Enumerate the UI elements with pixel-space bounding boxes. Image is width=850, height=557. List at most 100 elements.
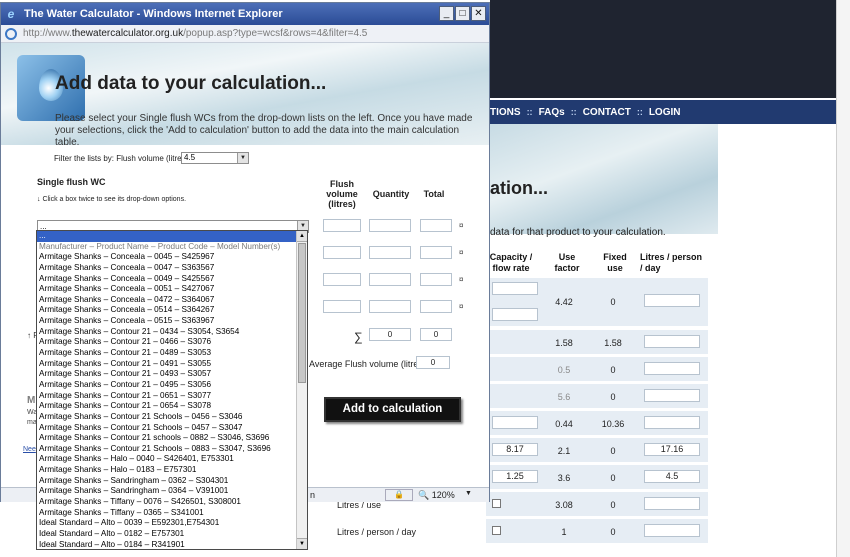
remove-row-icon[interactable]: ¤ [459,275,463,284]
capacity-input[interactable]: 1.25 [492,470,538,483]
litres-day-input[interactable] [644,294,700,307]
nav-item-solutions[interactable]: TIONS [490,107,521,118]
quantity-input[interactable] [369,300,411,313]
nav-item-contact[interactable]: CONTACT [583,107,631,118]
dropdown-option-selected[interactable]: ... [37,231,297,242]
dropdown-option[interactable]: Armitage Shanks – Contour 21 – 0651 – S3… [37,391,297,402]
dropdown-option[interactable]: Armitage Shanks – Conceala – 0049 – S425… [37,274,297,285]
dropdown-option[interactable]: Armitage Shanks – Contour 21 Schools – 0… [37,412,297,423]
quantity-input[interactable] [369,273,411,286]
close-button[interactable]: ✕ [471,6,486,21]
dropdown-option[interactable]: Armitage Shanks – Contour 21 – 0495 – S3… [37,380,297,391]
litres-day-input[interactable] [644,524,700,537]
column-flush-volume: Flush volume (litres) [326,179,358,209]
dropdown-option[interactable]: Armitage Shanks – Tiffany – 0076 – S4265… [37,497,297,508]
litres-day-input[interactable] [644,335,700,348]
dropdown-option[interactable]: Armitage Shanks – Conceala – 0514 – S364… [37,305,297,316]
dropdown-option[interactable]: Armitage Shanks – Conceala – 0051 – S427… [37,284,297,295]
table-row: 1 0 [486,519,708,543]
dropdown-option[interactable]: Armitage Shanks – Contour 21 – 0434 – S3… [37,327,297,338]
row-checkbox[interactable] [492,499,501,508]
dropdown-option[interactable]: Ideal Standard – Alto – 0182 – E757301 [37,529,297,540]
remove-row-icon[interactable]: ¤ [459,302,463,311]
flush-volume-input[interactable] [323,219,361,232]
nav-separator: :: [570,107,577,117]
dropdown-option[interactable]: Armitage Shanks – Halo – 0183 – E757301 [37,465,297,476]
minimize-button[interactable]: _ [439,6,454,21]
remove-row-icon[interactable]: ¤ [459,221,463,230]
litres-day-input[interactable]: 17.16 [644,443,700,456]
dropdown-scrollbar[interactable]: ▲ ▼ [296,231,307,549]
address-bar[interactable]: http://www.thewatercalculator.org.uk/pop… [1,25,489,43]
scroll-down-icon[interactable]: ▼ [297,538,307,549]
capacity-input[interactable] [492,282,538,295]
filter-value: 4.5 [184,153,196,162]
litres-day-input[interactable] [644,416,700,429]
flush-volume-filter-select[interactable]: 4.5 ▼ [181,152,249,164]
litres-day-input[interactable] [644,497,700,510]
litres-day-input[interactable] [644,362,700,375]
nav-separator: :: [526,107,533,117]
header-use-factor: Use factor [554,252,580,273]
dropdown-option[interactable]: Armitage Shanks – Contour 21 – 0654 – S3… [37,401,297,412]
dropdown-option[interactable]: Armitage Shanks – Contour 21 – 0493 – S3… [37,369,297,380]
flush-volume-input[interactable] [323,273,361,286]
dropdown-option[interactable]: Armitage Shanks – Conceala – 0515 – S363… [37,316,297,327]
dropdown-option[interactable]: Armitage Shanks – Sandringham – 0362 – S… [37,476,297,487]
page-scrollbar[interactable] [836,0,850,557]
maximize-button[interactable]: □ [455,6,470,21]
zoom-chevron-down-icon[interactable]: ▼ [465,490,472,497]
dropdown-option[interactable]: Armitage Shanks – Conceala – 0045 – S425… [37,252,297,263]
dropdown-option[interactable]: Armitage Shanks – Conceala – 0047 – S363… [37,263,297,274]
capacity-input[interactable] [492,308,538,321]
security-zone-icon[interactable]: 🔒 [385,489,413,501]
page-title: Add data to your calculation... [55,73,327,94]
dropdown-option[interactable]: Armitage Shanks – Sandringham – 0364 – V… [37,486,297,497]
status-text: n [310,490,316,500]
dropdown-option[interactable]: Ideal Standard – Alto – 0039 – E592301,E… [37,518,297,529]
dropdown-option[interactable]: Armitage Shanks – Contour 21 – 0491 – S3… [37,359,297,370]
total-input[interactable] [420,273,452,286]
ie-icon: e [7,7,15,21]
remove-row-icon[interactable]: ¤ [459,248,463,257]
total-input[interactable] [420,246,452,259]
background-heading: ation... [490,178,548,198]
dropdown-option[interactable]: Armitage Shanks – Contour 21 schools – 0… [37,433,297,444]
add-to-calculation-button[interactable]: Add to calculation [324,397,461,422]
row-checkbox[interactable] [492,526,501,535]
quantity-input[interactable] [369,246,411,259]
capacity-input[interactable]: 8.17 [492,443,538,456]
quantity-input[interactable] [369,219,411,232]
dropdown-option[interactable]: Armitage Shanks – Tiffany – 0365 – S3410… [37,508,297,519]
use-factor-value: 0.5 [557,365,571,375]
scroll-thumb[interactable] [298,243,306,383]
total-input[interactable] [420,219,452,232]
capacity-input[interactable] [492,416,538,429]
dropdown-option[interactable]: Ideal Standard – Alto – 0184 – R341901 [37,540,297,549]
product-dropdown-list[interactable]: ... Manufacturer – Product Name – Product… [36,230,308,550]
total-input[interactable] [420,300,452,313]
dropdown-option[interactable]: Armitage Shanks – Contour 21 – 0489 – S3… [37,348,297,359]
nav-item-faqs[interactable]: FAQs [539,107,565,118]
litres-day-input[interactable]: 4.5 [644,470,700,483]
flush-volume-input[interactable] [323,246,361,259]
flush-volume-input[interactable] [323,300,361,313]
litres-day-input[interactable] [644,389,700,402]
nav-item-login[interactable]: LOGIN [649,107,681,118]
scroll-up-icon[interactable]: ▲ [297,231,307,242]
dropdown-option[interactable]: Armitage Shanks – Halo – 0040 – S426401,… [37,454,297,465]
help-link[interactable]: Nee [23,446,36,453]
table-row: 0.44 10.36 [486,411,708,435]
dropdown-option-header[interactable]: Manufacturer – Product Name – Product Co… [37,242,297,253]
fixed-use-value: 0 [610,446,616,456]
dropdown-option[interactable]: Armitage Shanks – Contour 21 – 0466 – S3… [37,337,297,348]
address-url[interactable]: http://www.thewatercalculator.org.uk/pop… [23,28,367,39]
chevron-down-icon[interactable]: ▼ [237,153,248,163]
dropdown-option[interactable]: Armitage Shanks – Contour 21 Schools – 0… [37,444,297,455]
dropdown-option[interactable]: Armitage Shanks – Contour 21 Schools – 0… [37,423,297,434]
window-titlebar[interactable]: e The Water Calculator - Windows Interne… [1,3,489,25]
missing-product-heading: M [27,395,36,406]
url-prefix: http://www. [23,28,72,39]
dropdown-option[interactable]: Armitage Shanks – Conceala – 0472 – S364… [37,295,297,306]
zoom-level[interactable]: 🔍 120% [418,490,455,501]
